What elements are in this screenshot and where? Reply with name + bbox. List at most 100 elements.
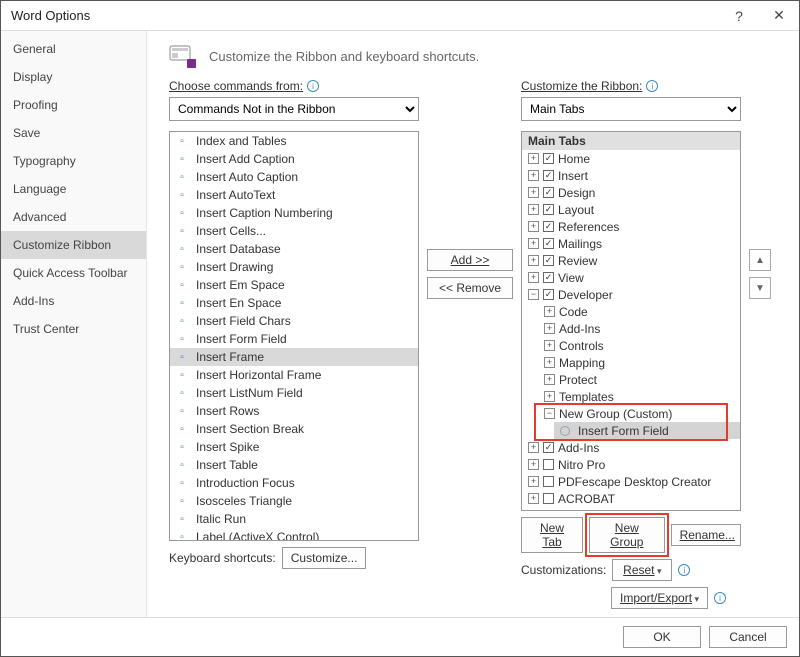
sidebar-item-typography[interactable]: Typography [1,147,146,175]
new-tab-button[interactable]: New Tab [521,517,583,553]
commands-listbox[interactable]: ▫Index and Tables▫Insert Add Caption▫Ins… [169,131,419,541]
command-item[interactable]: ▫Insert En Space [170,294,418,312]
command-item[interactable]: ▫Index and Tables [170,132,418,150]
command-item[interactable]: ▫Insert Cells... [170,222,418,240]
command-item[interactable]: ▫Insert Table [170,456,418,474]
command-item[interactable]: ▫Insert Drawing [170,258,418,276]
expander-icon[interactable]: + [544,357,555,368]
checkbox-icon[interactable] [543,493,554,504]
expander-icon[interactable]: + [528,170,539,181]
tab-item[interactable]: +Design [522,184,740,201]
command-item[interactable]: ▫Insert Em Space [170,276,418,294]
customize-ribbon-combo[interactable]: Main Tabs [521,97,741,121]
expander-icon[interactable]: + [528,187,539,198]
command-item[interactable]: ▫Insert Caption Numbering [170,204,418,222]
expander-icon[interactable]: − [544,408,555,419]
help-button[interactable]: ? [719,1,759,31]
sidebar-item-proofing[interactable]: Proofing [1,91,146,119]
command-item[interactable]: ▫Insert Field Chars [170,312,418,330]
group-item[interactable]: +Controls [538,337,740,354]
tab-item[interactable]: +Mailings [522,235,740,252]
expander-icon[interactable]: + [544,340,555,351]
group-item[interactable]: +Code [538,303,740,320]
command-item[interactable]: ▫Introduction Focus [170,474,418,492]
info-icon[interactable]: i [678,564,690,576]
checkbox-icon[interactable] [543,170,554,181]
import-export-button[interactable]: Import/Export [611,587,708,609]
sidebar-item-qat[interactable]: Quick Access Toolbar [1,259,146,287]
expander-icon[interactable]: + [528,459,539,470]
command-item[interactable]: ▫Isosceles Triangle [170,492,418,510]
cancel-button[interactable]: Cancel [709,626,787,648]
command-item[interactable]: ▫Insert ListNum Field [170,384,418,402]
checkbox-icon[interactable] [543,476,554,487]
command-item[interactable]: ▫Insert Database [170,240,418,258]
tab-item[interactable]: +PDFescape Desktop Creator [522,473,740,490]
expander-icon[interactable]: + [528,476,539,487]
expander-icon[interactable]: + [544,391,555,402]
checkbox-icon[interactable] [543,187,554,198]
command-item[interactable]: ▫Insert Spike [170,438,418,456]
sidebar-item-display[interactable]: Display [1,63,146,91]
sidebar-item-trust-center[interactable]: Trust Center [1,315,146,343]
expander-icon[interactable]: + [544,306,555,317]
add-button[interactable]: Add >> [427,249,513,271]
checkbox-icon[interactable] [543,255,554,266]
close-button[interactable]: ✕ [759,1,799,31]
sidebar-item-language[interactable]: Language [1,175,146,203]
command-item[interactable]: ▫Insert Frame [170,348,418,366]
sidebar-item-addins[interactable]: Add-Ins [1,287,146,315]
sidebar-item-general[interactable]: General [1,35,146,63]
ribbon-tree[interactable]: Main Tabs+Home+Insert+Design+Layout+Refe… [521,131,741,511]
tab-item[interactable]: +Layout [522,201,740,218]
move-down-button[interactable]: ▼ [749,277,771,299]
tab-item[interactable]: +Home [522,150,740,167]
tab-item[interactable]: +Add-Ins [522,439,740,456]
checkbox-icon[interactable] [543,289,554,300]
command-item[interactable]: ▫Insert Section Break [170,420,418,438]
command-item[interactable]: ▫Insert Rows [170,402,418,420]
checkbox-icon[interactable] [543,153,554,164]
tab-item[interactable]: +Insert [522,167,740,184]
choose-commands-combo[interactable]: Commands Not in the Ribbon [169,97,419,121]
custom-command-item[interactable]: Insert Form Field [554,422,740,439]
command-item[interactable]: ▫Insert Form Field [170,330,418,348]
custom-group-item[interactable]: −New Group (Custom) [538,405,740,422]
checkbox-icon[interactable] [543,442,554,453]
command-item[interactable]: ▫Insert Auto Caption [170,168,418,186]
ok-button[interactable]: OK [623,626,701,648]
expander-icon[interactable]: − [528,289,539,300]
command-item[interactable]: ▫Insert Add Caption [170,150,418,168]
expander-icon[interactable]: + [528,493,539,504]
tab-item[interactable]: +View [522,269,740,286]
reset-button[interactable]: Reset [612,559,672,581]
expander-icon[interactable]: + [528,442,539,453]
group-item[interactable]: +Templates [538,388,740,405]
group-item[interactable]: +Mapping [538,354,740,371]
expander-icon[interactable]: + [528,221,539,232]
move-up-button[interactable]: ▲ [749,249,771,271]
expander-icon[interactable]: + [528,153,539,164]
tab-item[interactable]: +Review [522,252,740,269]
info-icon[interactable]: i [307,80,319,92]
rename-button[interactable]: Rename... [671,524,741,546]
expander-icon[interactable]: + [528,238,539,249]
sidebar-item-customize-ribbon[interactable]: Customize Ribbon [1,231,146,259]
remove-button[interactable]: << Remove [427,277,513,299]
group-item[interactable]: +Protect [538,371,740,388]
command-item[interactable]: ▫Insert AutoText [170,186,418,204]
expander-icon[interactable]: + [544,374,555,385]
expander-icon[interactable]: + [528,272,539,283]
sidebar-item-save[interactable]: Save [1,119,146,147]
checkbox-icon[interactable] [543,459,554,470]
expander-icon[interactable]: + [544,323,555,334]
customize-keyboard-button[interactable]: Customize... [282,547,367,569]
command-item[interactable]: ▫Insert Horizontal Frame [170,366,418,384]
tab-item[interactable]: +Nitro Pro [522,456,740,473]
info-icon[interactable]: i [646,80,658,92]
checkbox-icon[interactable] [543,221,554,232]
new-group-button[interactable]: New Group [589,517,665,553]
command-item[interactable]: ▫Italic Run [170,510,418,528]
command-item[interactable]: ▫Label (ActiveX Control) [170,528,418,541]
expander-icon[interactable]: + [528,204,539,215]
